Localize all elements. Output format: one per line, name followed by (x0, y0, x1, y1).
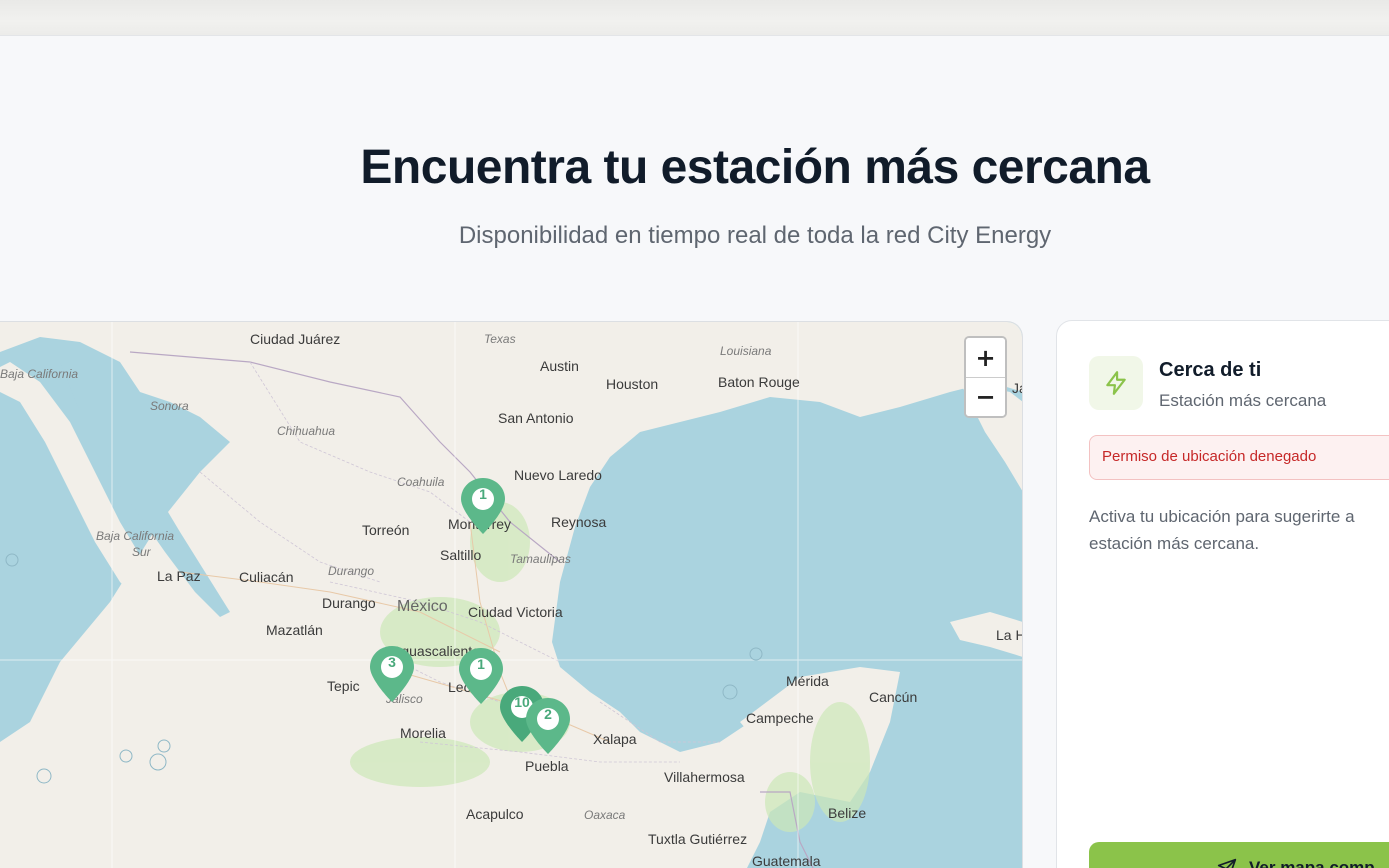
map-label-la-habana: La H (996, 627, 1023, 643)
map-label-saltillo: Saltillo (440, 547, 482, 563)
map-label-tuxtla: Tuxtla Gutiérrez (648, 831, 748, 847)
zoom-out-button[interactable]: − (966, 377, 1005, 416)
map-label-durango-state: Durango (328, 564, 375, 578)
map-label-acapulco: Acapulco (466, 806, 524, 822)
zoom-in-button[interactable]: + (966, 338, 1005, 377)
page-title: Encuentra tu estación más cercana (360, 141, 1150, 194)
nearby-station-panel: Cerca de ti Estación más cercana Permiso… (1056, 320, 1389, 868)
map-label-puebla: Puebla (525, 758, 569, 774)
marker-count: 1 (477, 656, 485, 672)
map-label-merida: Mérida (786, 673, 829, 689)
map-label-culiacan: Culiacán (239, 569, 294, 585)
map-label-campeche: Campeche (746, 710, 814, 726)
map-label-mexico: México (397, 598, 448, 615)
map-label-villahermosa: Villahermosa (664, 769, 745, 785)
map-zoom-control: + − (964, 336, 1007, 418)
map-label-baja-california: Baja California (0, 367, 79, 381)
map-label-texas: Texas (484, 332, 516, 346)
map-label-xalapa: Xalapa (593, 731, 637, 747)
map-label-nuevo-laredo: Nuevo Laredo (514, 467, 602, 483)
map-label-oaxaca: Oaxaca (584, 808, 626, 822)
map-label-baton-rouge: Baton Rouge (718, 374, 800, 390)
map-label-durango: Durango (322, 595, 376, 611)
map-label-baja-california-sur-1: Baja California (96, 529, 175, 543)
map-label-louisiana: Louisiana (720, 344, 772, 358)
map-label-guatemala: Guatemala (752, 853, 821, 868)
map-label-la-paz: La Paz (157, 568, 201, 584)
view-full-map-button[interactable]: Ver mapa comp (1089, 842, 1389, 868)
map-label-cancun: Cancún (869, 689, 918, 705)
map-label-tepic: Tepic (327, 678, 360, 694)
map-label-austin: Austin (540, 358, 579, 374)
marker-count: 2 (544, 706, 552, 722)
map-label-baja-california-sur-2: Sur (132, 545, 151, 559)
map-label-torreon: Torreón (362, 522, 410, 538)
map-label-sonora: Sonora (150, 399, 189, 413)
map-label-mazatlan: Mazatlán (266, 622, 323, 638)
send-icon (1217, 858, 1237, 868)
map-label-reynosa: Reynosa (551, 514, 607, 530)
station-cluster-marker[interactable]: 2 (524, 696, 572, 756)
cta-label: Ver mapa comp (1249, 858, 1375, 868)
map-pin-icon (461, 478, 505, 534)
location-hint-text: Activa tu ubicación para sugerirte a est… (1089, 507, 1355, 553)
station-cluster-marker[interactable]: 3 (368, 644, 416, 704)
map-label-chihuahua: Chihuahua (277, 424, 336, 438)
map-label-san-antonio: San Antonio (498, 410, 574, 426)
panel-title: Cerca de ti (1159, 359, 1262, 381)
map-label-ciudad-victoria: Ciudad Victoria (468, 604, 563, 620)
map-label-ciudad-juarez: Ciudad Juárez (250, 331, 341, 347)
map-label-coahuila: Coahuila (397, 475, 445, 489)
marker-count: 1 (479, 486, 487, 502)
map-label-houston: Houston (606, 376, 659, 392)
map-label-belize: Belize (828, 805, 867, 821)
map-pin-icon (370, 646, 414, 702)
marker-count: 3 (388, 654, 396, 670)
station-cluster-marker[interactable]: 1 (459, 476, 507, 536)
map-label-morelia: Morelia (400, 725, 446, 741)
map-label-tamaulipas: Tamaulipas (510, 552, 571, 566)
stations-map[interactable]: Ciudad Juárez Texas Louisiana Baja Calif… (0, 321, 1023, 868)
page-subtitle: Disponibilidad en tiempo real de toda la… (458, 222, 1052, 249)
map-label-jacksonville: Ja (1012, 380, 1022, 396)
lightning-icon (1089, 356, 1143, 410)
top-banner-strip (0, 0, 1389, 36)
panel-subtitle: Estación más cercana (1159, 391, 1327, 410)
location-denied-alert: Permiso de ubicación denegado (1089, 435, 1389, 480)
map-pin-icon (526, 698, 570, 754)
